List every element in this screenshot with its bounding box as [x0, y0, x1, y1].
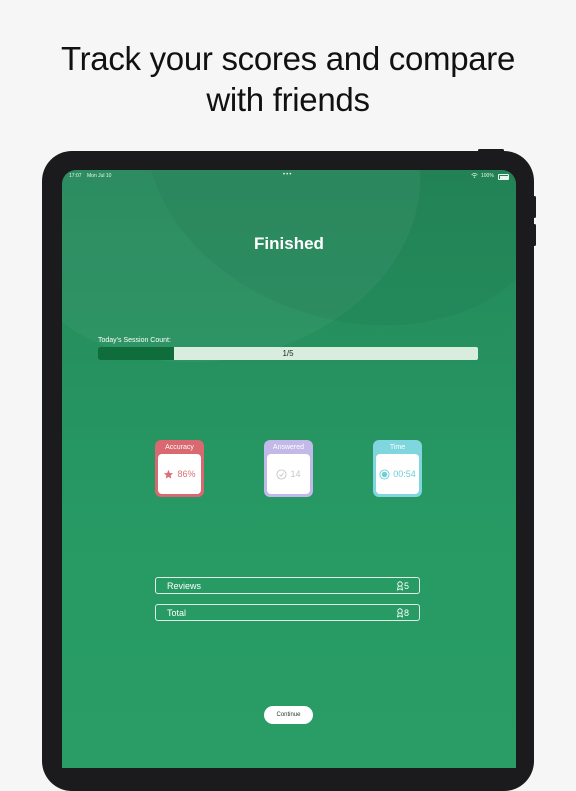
answered-card: Answered 14	[264, 440, 313, 497]
reviews-label: Reviews	[167, 581, 202, 591]
session-count-label: Today's Session Count:	[98, 337, 171, 344]
wifi-icon	[471, 173, 478, 178]
clock-icon	[379, 468, 390, 480]
answered-label: Answered	[272, 444, 305, 451]
reviews-row: Reviews 5	[155, 577, 420, 594]
status-date: Mon Jul 10	[87, 173, 112, 179]
total-value: 8	[404, 608, 410, 618]
check-circle-icon	[276, 468, 288, 480]
marketing-headline: Track your scores and compare with frien…	[0, 38, 576, 120]
session-progress-text: 1/5	[282, 349, 294, 358]
device-top-button	[478, 149, 504, 152]
battery-percentage: 100%	[481, 173, 494, 179]
continue-button[interactable]: Continue	[264, 706, 313, 724]
time-label: Time	[389, 444, 406, 451]
accuracy-body: 86%	[158, 454, 201, 494]
accuracy-card: Accuracy 86%	[155, 440, 204, 497]
page-title: Finished	[254, 234, 324, 253]
accuracy-label: Accuracy	[165, 444, 194, 451]
star-icon	[164, 469, 174, 479]
time-card: Time 00:54	[373, 440, 422, 497]
total-row: Total 8	[155, 604, 420, 621]
award-icon	[396, 581, 404, 591]
accuracy-value: 86%	[177, 469, 196, 479]
status-bar: 17:07 Mon Jul 10 ••• 100%	[62, 170, 516, 182]
device-volume-up-button	[533, 196, 536, 218]
battery-icon	[498, 174, 509, 180]
total-label: Total	[167, 608, 187, 618]
headline-line-2: with friends	[206, 81, 370, 118]
award-icon	[396, 608, 404, 618]
answered-body: 14	[267, 454, 310, 494]
headline-line-1: Track your scores and compare	[60, 40, 516, 77]
answered-value: 14	[290, 469, 301, 479]
session-progress-bar: 1/5	[98, 347, 478, 360]
time-value: 00:54	[393, 469, 416, 479]
reviews-value: 5	[404, 581, 410, 591]
device-volume-down-button	[533, 224, 536, 246]
multitasking-dots[interactable]: •••	[283, 172, 292, 178]
status-time: 17:07	[69, 173, 82, 179]
time-body: 00:54	[376, 454, 419, 494]
app-screen: 17:07 Mon Jul 10 ••• 100% Finished Today…	[62, 170, 516, 768]
